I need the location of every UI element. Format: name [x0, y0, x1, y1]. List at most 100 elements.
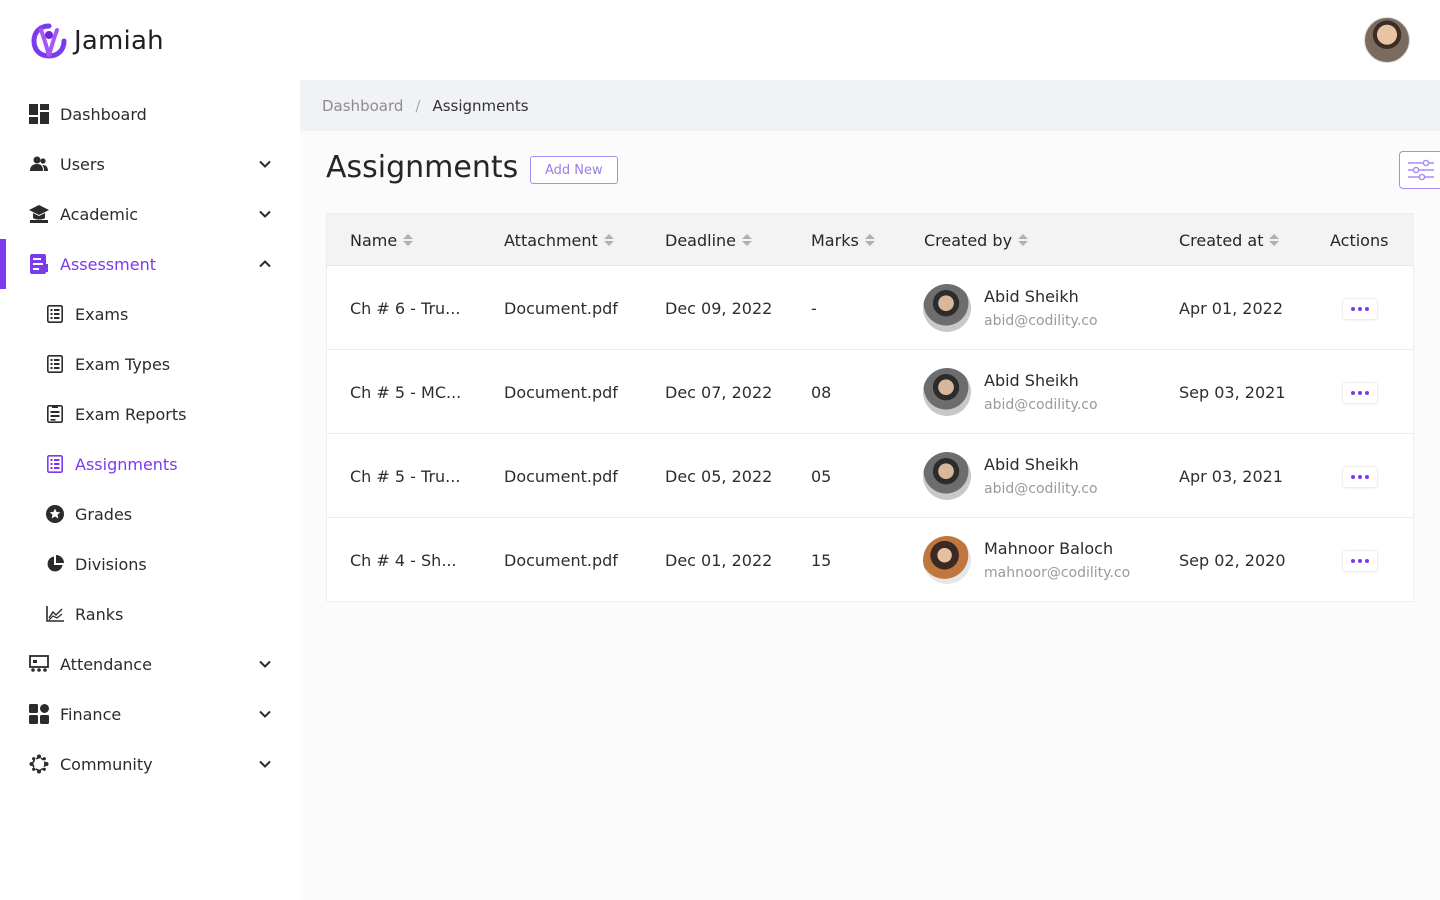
sidebar-item-label: Dashboard: [60, 104, 147, 124]
column-header-deadline[interactable]: Deadline: [665, 214, 752, 266]
cell-created-at: Apr 03, 2021: [1179, 466, 1284, 486]
cell-name: Ch # 6 - Tru...: [350, 298, 461, 318]
sidebar-item-exam-reports[interactable]: Exam Reports: [0, 389, 300, 439]
sidebar-item-label: Users: [60, 154, 105, 174]
column-header-actions: Actions: [1330, 214, 1388, 266]
app-logo[interactable]: Jamiah: [30, 22, 164, 60]
table-row[interactable]: Ch # 5 - Tru... Document.pdf Dec 05, 202…: [327, 434, 1413, 518]
column-label: Actions: [1330, 230, 1389, 250]
creator-email: abid@codility.co: [984, 397, 1098, 413]
sidebar-item-divisions[interactable]: Divisions: [0, 539, 300, 589]
table-row[interactable]: Ch # 4 - Sh... Document.pdf Dec 01, 2022…: [327, 518, 1413, 602]
cell-marks: -: [811, 298, 817, 318]
cell-attachment[interactable]: Document.pdf: [504, 434, 618, 518]
sort-icon: [403, 234, 414, 246]
column-label: Created by: [924, 230, 1013, 250]
list-icon: [44, 353, 66, 375]
sidebar-item-ranks[interactable]: Ranks: [0, 589, 300, 639]
sidebar-item-exams[interactable]: Exams: [0, 289, 300, 339]
sidebar-item-academic[interactable]: Academic: [0, 189, 300, 239]
creator-avatar: [923, 452, 971, 500]
cell-deadline: Dec 01, 2022: [665, 550, 773, 570]
column-label: Attachment: [504, 230, 598, 250]
sort-icon: [1018, 234, 1029, 246]
sidebar-item-label: Grades: [75, 504, 133, 524]
report-icon: [44, 403, 66, 425]
row-actions-button[interactable]: [1342, 298, 1378, 320]
column-header-name[interactable]: Name: [350, 214, 414, 266]
sidebar-item-attendance[interactable]: Attendance: [0, 639, 300, 689]
cell-attachment[interactable]: Document.pdf: [504, 518, 618, 602]
column-header-created-by[interactable]: Created by: [924, 214, 1029, 266]
cell-created-at: Apr 01, 2022: [1179, 298, 1284, 318]
sidebar-item-label: Exam Reports: [75, 404, 187, 424]
table-row[interactable]: Ch # 6 - Tru... Document.pdf Dec 09, 202…: [327, 266, 1413, 350]
cell-attachment[interactable]: Document.pdf: [504, 350, 618, 434]
add-new-button[interactable]: Add New: [530, 156, 618, 184]
star-circle-icon: [44, 503, 66, 525]
column-label: Created at: [1179, 230, 1264, 250]
sidebar-item-label: Ranks: [75, 604, 124, 624]
sidebar-item-label: Assignments: [75, 454, 178, 474]
chevron-down-icon: [259, 710, 271, 718]
chevron-up-icon: [259, 260, 271, 268]
cell-marks: 08: [811, 382, 832, 402]
breadcrumb: Dashboard / Assignments: [300, 80, 1440, 131]
cell-name: Ch # 5 - MC...: [350, 382, 462, 402]
cell-name: Ch # 4 - Sh...: [350, 550, 457, 570]
row-actions-button[interactable]: [1342, 466, 1378, 488]
creator-email: mahnoor@codility.co: [984, 565, 1131, 581]
academic-cap-icon: [28, 203, 50, 225]
column-header-attachment[interactable]: Attachment: [504, 214, 614, 266]
app-name: Jamiah: [74, 26, 164, 56]
breadcrumb-separator: /: [415, 96, 421, 115]
cell-attachment[interactable]: Document.pdf: [504, 266, 618, 350]
sidebar-item-assignments[interactable]: Assignments: [0, 439, 300, 489]
top-bar: Jamiah: [0, 0, 1440, 80]
cell-created-at: Sep 03, 2021: [1179, 382, 1286, 402]
column-header-marks[interactable]: Marks: [811, 214, 875, 266]
cell-created-by: Abid Sheikh abid@codility.co: [923, 434, 1098, 518]
table-header: Name Attachment Deadline Marks Created b…: [327, 214, 1413, 266]
sidebar-item-users[interactable]: Users: [0, 139, 300, 189]
sidebar-item-grades[interactable]: Grades: [0, 489, 300, 539]
sidebar-item-dashboard[interactable]: Dashboard: [0, 89, 300, 139]
sidebar-item-assessment[interactable]: Assessment: [0, 239, 300, 289]
sidebar-item-label: Community: [60, 754, 153, 774]
list-icon: [44, 303, 66, 325]
breadcrumb-dashboard-link[interactable]: Dashboard: [322, 97, 403, 115]
more-dots-icon: [1351, 391, 1355, 395]
cell-deadline: Dec 05, 2022: [665, 466, 773, 486]
clipboard-icon: [28, 253, 50, 275]
column-header-created-at[interactable]: Created at: [1179, 214, 1280, 266]
sliders-icon: [1408, 159, 1434, 181]
table-row[interactable]: Ch # 5 - MC... Document.pdf Dec 07, 2022…: [327, 350, 1413, 434]
column-label: Deadline: [665, 230, 736, 250]
sort-icon: [603, 234, 614, 246]
sidebar-item-label: Divisions: [75, 554, 147, 574]
sidebar-item-finance[interactable]: Finance: [0, 689, 300, 739]
sidebar-item-label: Exams: [75, 304, 129, 324]
cell-created-by: Abid Sheikh abid@codility.co: [923, 350, 1098, 434]
cell-created-by: Abid Sheikh abid@codility.co: [923, 266, 1098, 350]
cell-marks: 05: [811, 466, 832, 486]
row-actions-button[interactable]: [1342, 550, 1378, 572]
breadcrumb-current: Assignments: [432, 96, 529, 115]
cell-marks: 15: [811, 550, 832, 570]
filter-button[interactable]: [1399, 151, 1440, 189]
line-chart-icon: [44, 603, 66, 625]
sidebar-item-exam-types[interactable]: Exam Types: [0, 339, 300, 389]
page-title: Assignments: [326, 150, 519, 185]
row-actions-button[interactable]: [1342, 382, 1378, 404]
sidebar-item-community[interactable]: Community: [0, 739, 300, 789]
finance-grid-icon: [28, 703, 50, 725]
list-icon: [44, 453, 66, 475]
community-icon: [28, 753, 50, 775]
cell-deadline: Dec 09, 2022: [665, 298, 773, 318]
sort-icon: [742, 234, 752, 246]
chevron-down-icon: [259, 660, 271, 668]
creator-avatar: [923, 536, 971, 584]
creator-avatar: [923, 368, 971, 416]
user-avatar[interactable]: [1364, 17, 1410, 63]
dashboard-icon: [28, 103, 50, 125]
